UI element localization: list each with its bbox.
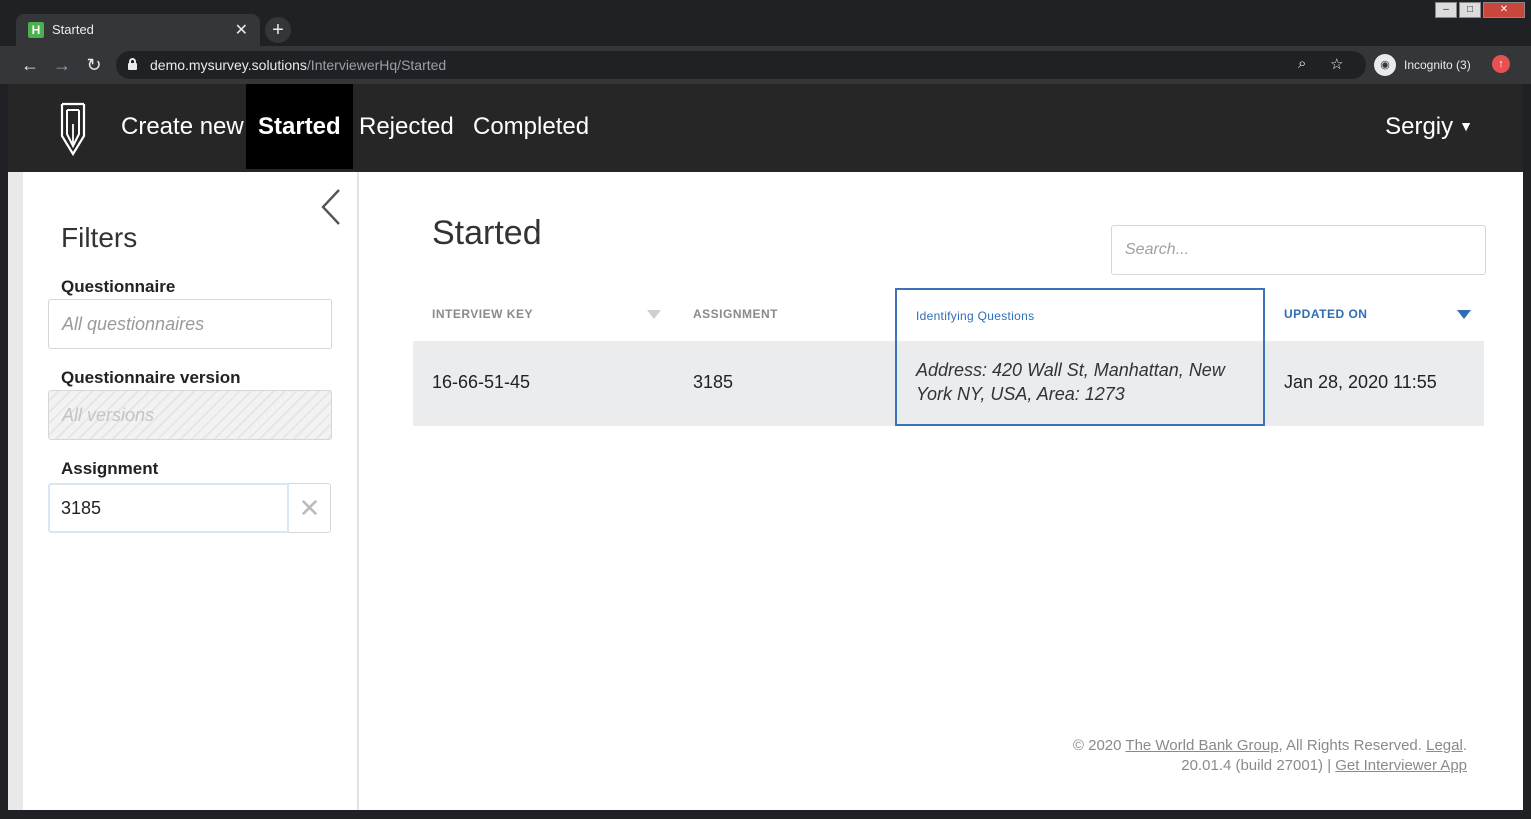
url-text: demo.mysurvey.solutions/InterviewerHq/St… bbox=[150, 57, 447, 73]
sort-desc-icon bbox=[1457, 310, 1471, 319]
footer-line-2: 20.01.4 (build 27001) | Get Interviewer … bbox=[1073, 756, 1467, 776]
app-header: Create new Started Rejected Completed Se… bbox=[8, 84, 1523, 172]
user-menu[interactable]: Sergiy ▼ bbox=[1385, 84, 1473, 169]
version-text: 20.01.4 (build 27001) | bbox=[1181, 757, 1332, 774]
maximize-icon[interactable]: □ bbox=[1459, 2, 1481, 18]
cell-value: Address: 420 Wall St, Manhattan, New Yor… bbox=[916, 360, 1225, 404]
main-panel: Started INTERVIEW KEY ASSIGNMENT Identif… bbox=[361, 172, 1523, 810]
window-close-icon[interactable]: ✕ bbox=[1483, 2, 1525, 18]
nav-rejected[interactable]: Rejected bbox=[347, 84, 466, 169]
sort-icon bbox=[647, 310, 661, 319]
column-label: INTERVIEW KEY bbox=[432, 307, 533, 321]
tab-title: Started bbox=[52, 22, 94, 37]
bookmark-star-icon[interactable]: ☆ bbox=[1330, 55, 1343, 73]
column-label: ASSIGNMENT bbox=[693, 307, 779, 321]
world-bank-link[interactable]: The World Bank Group bbox=[1125, 737, 1278, 754]
page-title: Started bbox=[432, 214, 542, 252]
assignment-input[interactable] bbox=[48, 483, 289, 533]
incognito-label: Incognito (3) bbox=[1404, 58, 1471, 72]
survey-solutions-logo[interactable] bbox=[58, 100, 88, 156]
column-label: Identifying Questions bbox=[916, 309, 1035, 323]
zoom-icon[interactable]: ⌕ bbox=[1298, 55, 1306, 72]
address-bar[interactable]: demo.mysurvey.solutions/InterviewerHq/St… bbox=[116, 51, 1366, 79]
questionnaire-label: Questionnaire bbox=[61, 277, 176, 296]
new-tab-button[interactable]: + bbox=[265, 17, 291, 43]
cell-interview-key: 16-66-51-45 bbox=[413, 341, 674, 426]
forward-icon[interactable]: → bbox=[51, 54, 73, 76]
footer: © 2020 The World Bank Group, All Rights … bbox=[1073, 736, 1467, 776]
tab-close-icon[interactable]: ✕ bbox=[235, 20, 248, 40]
nav-create-new[interactable]: Create new bbox=[109, 84, 256, 169]
back-icon[interactable]: ← bbox=[19, 54, 41, 76]
version-select: All versions bbox=[48, 390, 332, 440]
window-controls: – □ ✕ bbox=[1435, 2, 1525, 18]
rights-text: , All Rights Reserved. bbox=[1278, 737, 1422, 754]
nav-completed[interactable]: Completed bbox=[461, 84, 601, 169]
window-frame-bottom bbox=[0, 810, 1531, 819]
left-gutter bbox=[8, 172, 23, 810]
version-label: Questionnaire version bbox=[61, 368, 241, 387]
incognito-icon: ◉ bbox=[1374, 54, 1396, 76]
update-icon[interactable]: ↑ bbox=[1492, 55, 1510, 73]
minimize-icon[interactable]: – bbox=[1435, 2, 1457, 18]
incognito-indicator[interactable]: ◉ Incognito (3) bbox=[1374, 54, 1471, 76]
browser-tab[interactable]: H Started ✕ bbox=[16, 14, 260, 46]
cell-updated-on: Jan 28, 2020 11:55 bbox=[1265, 341, 1484, 426]
get-interviewer-app-link[interactable]: Get Interviewer App bbox=[1335, 757, 1467, 774]
search-input[interactable] bbox=[1111, 225, 1486, 275]
content-area: Filters Questionnaire All questionnaires… bbox=[8, 172, 1523, 810]
filters-sidebar: Filters Questionnaire All questionnaires… bbox=[23, 172, 359, 810]
assignment-label: Assignment bbox=[61, 459, 159, 478]
user-name: Sergiy bbox=[1385, 113, 1454, 140]
window-frame-right bbox=[1523, 84, 1531, 810]
version-placeholder: All versions bbox=[62, 405, 155, 425]
column-interview-key[interactable]: INTERVIEW KEY bbox=[413, 288, 675, 341]
cell-value: 3185 bbox=[693, 372, 734, 392]
column-identifying-questions[interactable]: Identifying Questions bbox=[895, 288, 1265, 341]
window-frame-left bbox=[0, 84, 8, 810]
footer-line-1: © 2020 The World Bank Group, All Rights … bbox=[1072, 737, 1467, 754]
column-assignment[interactable]: ASSIGNMENT bbox=[674, 288, 896, 341]
caret-down-icon: ▼ bbox=[1459, 118, 1473, 134]
cell-identifying-questions: Address: 420 Wall St, Manhattan, New Yor… bbox=[895, 341, 1265, 426]
clear-icon[interactable]: ✕ bbox=[289, 483, 331, 533]
table-row[interactable]: 16-66-51-45 3185 Address: 420 Wall St, M… bbox=[413, 341, 1484, 426]
copyright: © 2020 bbox=[1072, 737, 1122, 754]
cell-value: 16-66-51-45 bbox=[432, 372, 531, 392]
favicon-icon: H bbox=[28, 22, 44, 38]
cell-assignment: 3185 bbox=[674, 341, 895, 426]
nav-started[interactable]: Started bbox=[246, 84, 353, 169]
questionnaire-select[interactable]: All questionnaires bbox=[48, 299, 332, 349]
cell-value: Jan 28, 2020 11:55 bbox=[1284, 372, 1437, 392]
reload-icon[interactable]: ↻ bbox=[83, 54, 105, 76]
chevron-left-icon[interactable] bbox=[319, 186, 345, 228]
questionnaire-placeholder: All questionnaires bbox=[62, 314, 205, 334]
browser-toolbar: ← → ↻ demo.mysurvey.solutions/Interviewe… bbox=[0, 46, 1531, 84]
filters-title: Filters bbox=[61, 222, 138, 253]
column-label: UPDATED ON bbox=[1284, 307, 1368, 321]
column-updated-on[interactable]: UPDATED ON bbox=[1265, 288, 1484, 341]
legal-link[interactable]: Legal bbox=[1426, 737, 1463, 754]
lock-icon bbox=[128, 58, 137, 70]
